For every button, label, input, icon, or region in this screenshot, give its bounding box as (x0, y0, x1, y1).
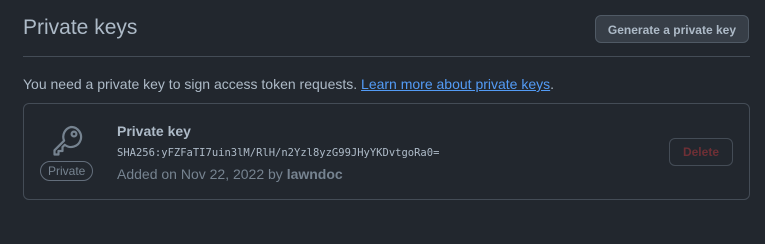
key-added-by: lawndoc (286, 166, 343, 182)
key-fingerprint: SHA256:yFZFaTI7uin3lM/RlH/n2Yzl8yzG99JHy… (117, 147, 440, 159)
private-badge: Private (40, 161, 94, 181)
private-keys-description: You need a private key to sign access to… (23, 74, 554, 94)
key-title: Private key (117, 123, 191, 139)
learn-more-link-text: Learn more about private keys (361, 76, 551, 92)
page-header: Private keys Generate a private key (23, 0, 750, 57)
key-icon (53, 125, 83, 156)
description-trailing: . (550, 76, 555, 92)
learn-more-link[interactable]: Learn more about private keys (361, 76, 550, 92)
key-icon-group: Private (40, 124, 94, 184)
generate-private-key-button[interactable]: Generate a private key (594, 15, 749, 43)
key-added-info: Added on Nov 22, 2022 by lawndoc (117, 166, 343, 182)
page-title: Private keys (23, 16, 138, 39)
key-added-date: Added on Nov 22, 2022 by (117, 166, 287, 182)
private-key-item: Private Private key SHA256:yFZFaTI7uin3l… (23, 103, 750, 200)
description-text: You need a private key to sign access to… (23, 76, 362, 92)
delete-key-button[interactable]: Delete (668, 138, 733, 166)
